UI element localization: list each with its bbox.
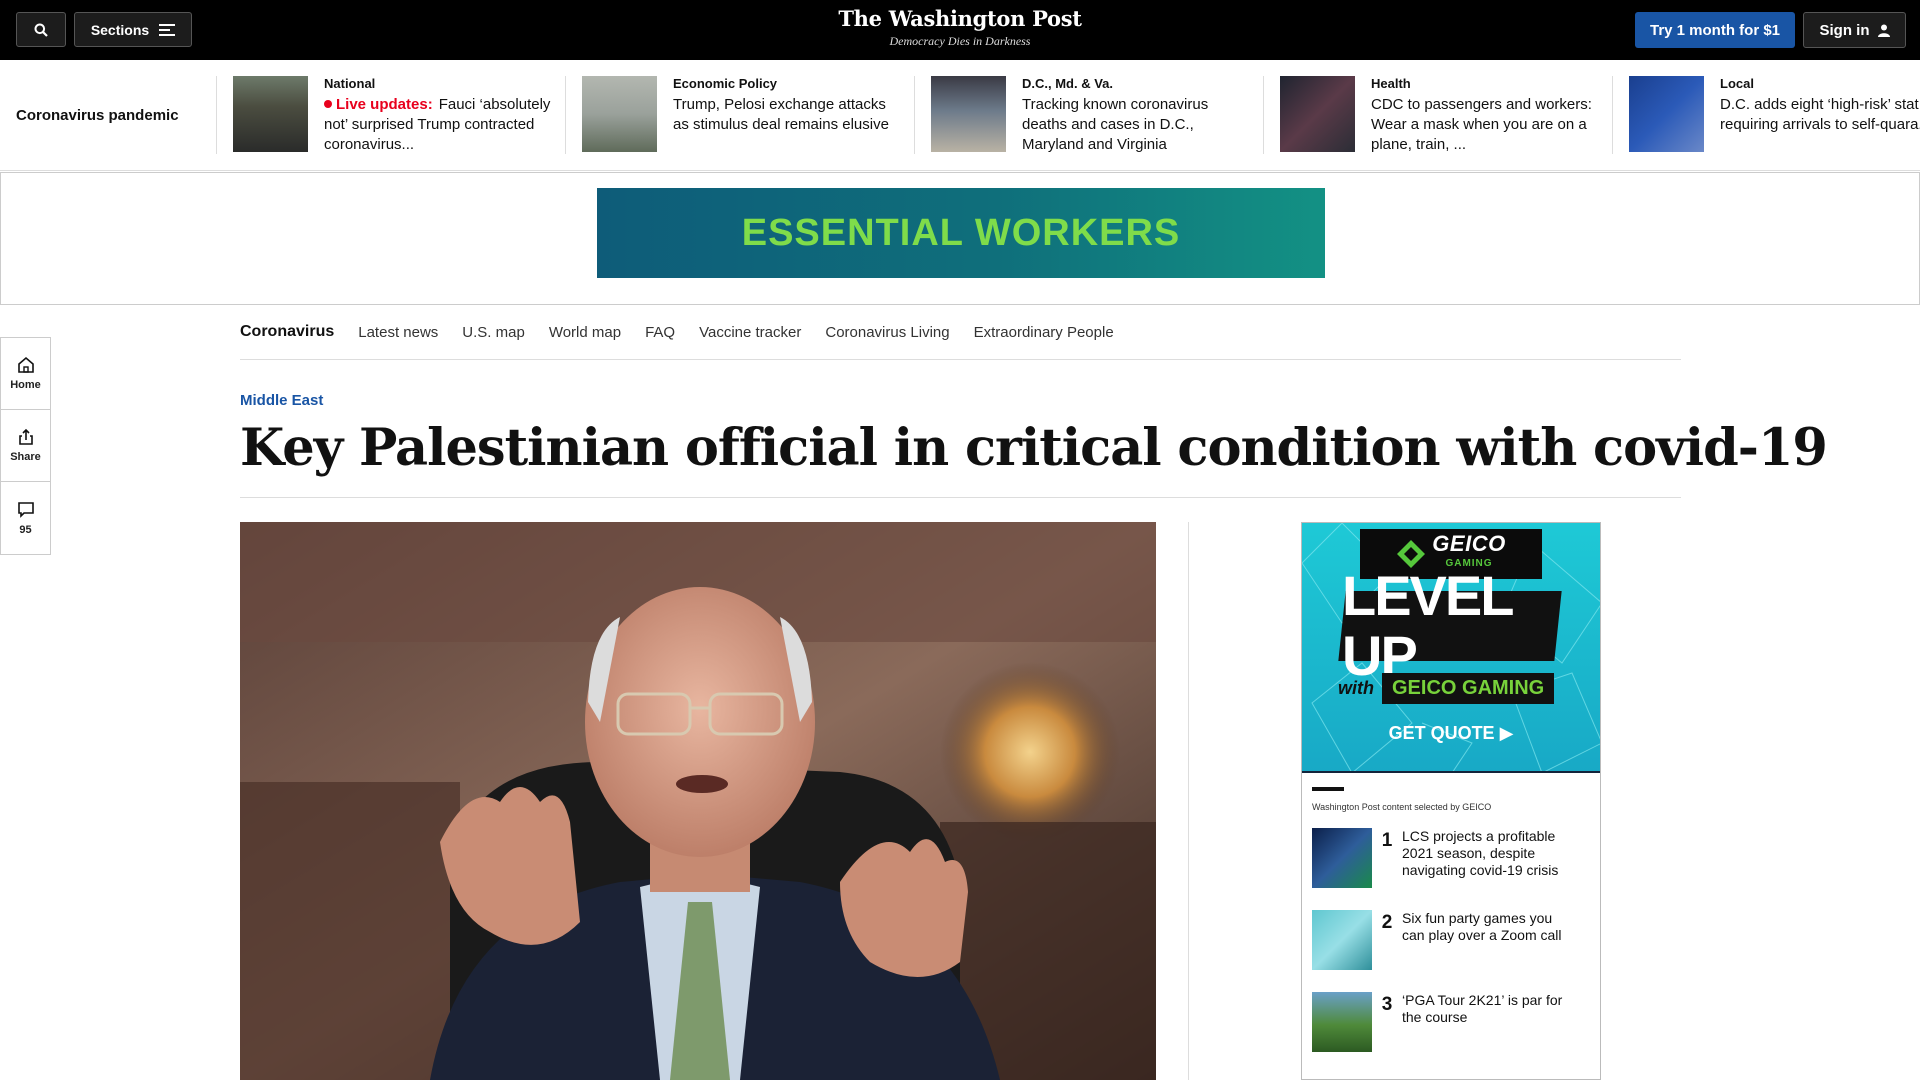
home-button[interactable]: Home [1, 338, 50, 410]
logo-name: The Washington Post [838, 6, 1082, 31]
lead-photo-image [240, 522, 1156, 1080]
sponsored-thumbnail[interactable] [1312, 910, 1372, 970]
section-subnav: Coronavirus Latest news U.S. map World m… [240, 305, 1681, 360]
ribbon-story[interactable]: Economic Policy Trump, Pelosi exchange a… [565, 76, 914, 154]
level-up-block: LEVEL UP [1338, 564, 1562, 687]
hamburger-icon [159, 23, 176, 36]
comments-count: 95 [19, 523, 32, 536]
home-icon [17, 356, 34, 373]
sign-in-label: Sign in [1819, 21, 1870, 39]
subnav-item-coronavirus-living[interactable]: Coronavirus Living [825, 324, 949, 341]
site-logo[interactable]: The Washington Post Democracy Dies in Da… [760, 6, 1160, 49]
story-headline[interactable]: CDC to passengers and workers: Wear a ma… [1371, 95, 1601, 155]
subnav-brand[interactable]: Coronavirus [240, 323, 334, 341]
home-label: Home [10, 379, 41, 391]
subnav-item-world-map[interactable]: World map [549, 324, 621, 341]
ad-banner-text: ESSENTIAL WORKERS [741, 211, 1181, 254]
share-label: Share [10, 451, 41, 463]
subnav-item-faq[interactable]: FAQ [645, 324, 675, 341]
get-quote-button[interactable]: GET QUOTE ▶ [1302, 723, 1600, 744]
story-thumbnail[interactable] [233, 76, 308, 152]
live-dot-icon [324, 100, 332, 108]
search-button[interactable] [16, 12, 66, 47]
sponsored-item[interactable]: 2 Six fun party games you can play over … [1312, 910, 1590, 992]
story-thumbnail[interactable] [931, 76, 1006, 152]
story-headline[interactable]: Live updates: Fauci ‘absolutely not’ surp… [324, 95, 554, 155]
story-kicker[interactable]: National [324, 76, 554, 91]
story-headline[interactable]: Tracking known coronavirus deaths and ca… [1022, 95, 1252, 155]
story-thumbnail[interactable] [582, 76, 657, 152]
story-kicker[interactable]: Local [1720, 76, 1920, 91]
search-icon [34, 23, 48, 37]
share-icon [18, 428, 33, 445]
ribbon-story[interactable]: Health CDC to passengers and workers: We… [1263, 76, 1612, 154]
sponsored-item[interactable]: 3 ‘PGA Tour 2K21’ is par for the course [1312, 992, 1590, 1074]
essential-workers-ad[interactable]: ESSENTIAL WORKERS [597, 188, 1325, 278]
sections-menu-button[interactable]: Sections [74, 12, 192, 47]
subnav-item-us-map[interactable]: U.S. map [462, 324, 525, 341]
with-geico-gaming: with GEICO GAMING [1338, 673, 1555, 704]
sponsored-thumbnail[interactable] [1312, 992, 1372, 1052]
ad-banner-container: ESSENTIAL WORKERS [0, 172, 1920, 305]
sponsored-number: 3 [1381, 994, 1393, 1015]
comments-button[interactable]: 95 [1, 482, 50, 554]
sign-in-button[interactable]: Sign in [1803, 12, 1906, 48]
sections-label: Sections [90, 21, 150, 38]
headline-divider [240, 497, 1681, 498]
article-headline: Key Palestinian official in critical con… [240, 418, 1828, 478]
sponsored-item[interactable]: 1 LCS projects a profitable 2021 season,… [1312, 828, 1590, 910]
ribbon-title[interactable]: Coronavirus pandemic [16, 107, 179, 124]
ribbon-story[interactable]: National Live updates: Fauci ‘absolutely … [216, 76, 565, 154]
subscribe-button[interactable]: Try 1 month for $1 [1635, 12, 1795, 48]
sponsored-note: Washington Post content selected by GEIC… [1312, 802, 1492, 812]
story-headline[interactable]: Trump, Pelosi exchange attacks as stimul… [673, 95, 903, 135]
story-kicker[interactable]: Health [1371, 76, 1601, 91]
sponsored-content-list: Washington Post content selected by GEIC… [1302, 773, 1600, 1074]
logo-tagline: Democracy Dies in Darkness [889, 34, 1031, 48]
sponsored-title[interactable]: ‘PGA Tour 2K21’ is par for the course [1402, 992, 1572, 1026]
live-updates-label: Live updates: [336, 96, 433, 113]
sponsored-title[interactable]: LCS projects a profitable 2021 season, d… [1402, 828, 1572, 879]
geico-brand: GEICO [1432, 531, 1506, 556]
sponsored-number: 2 [1381, 912, 1393, 933]
story-thumbnail[interactable] [1629, 76, 1704, 152]
geico-ad-creative[interactable]: GEICO GAMING LEVEL UP with GEICO GAMING G… [1302, 523, 1600, 773]
ad-accent-bar [1312, 787, 1344, 791]
story-headline[interactable]: D.C. adds eight ‘high-risk’ stat to list… [1720, 95, 1920, 135]
share-button[interactable]: Share [1, 410, 50, 482]
story-kicker[interactable]: D.C., Md. & Va. [1022, 76, 1252, 91]
with-text: with [1338, 678, 1374, 698]
ribbon-story[interactable]: Local D.C. adds eight ‘high-risk’ stat t… [1612, 76, 1920, 154]
subnav-item-vaccine-tracker[interactable]: Vaccine tracker [699, 324, 801, 341]
sponsored-number: 1 [1381, 830, 1393, 851]
top-stories-ribbon: Coronavirus pandemic National Live updat… [0, 60, 1920, 171]
subnav-item-extraordinary-people[interactable]: Extraordinary People [974, 324, 1114, 341]
story-thumbnail[interactable] [1280, 76, 1355, 152]
geico-gaming-text: GEICO GAMING [1382, 673, 1555, 704]
comment-icon [17, 501, 34, 518]
sponsored-title[interactable]: Six fun party games you can play over a … [1402, 910, 1572, 944]
article-kicker[interactable]: Middle East [240, 392, 323, 409]
level-up-text: LEVEL UP [1342, 564, 1512, 687]
share-rail: Home Share 95 [0, 337, 51, 555]
column-divider [1188, 522, 1189, 1080]
article-lead-photo[interactable] [240, 522, 1156, 1080]
top-navigation-bar: Sections The Washington Post Democracy D… [0, 0, 1920, 60]
geico-sidebar-ad[interactable]: GEICO GAMING LEVEL UP with GEICO GAMING G… [1301, 522, 1601, 1080]
story-kicker[interactable]: Economic Policy [673, 76, 903, 91]
sponsored-thumbnail[interactable] [1312, 828, 1372, 888]
user-icon [1877, 24, 1890, 37]
subnav-item-latest-news[interactable]: Latest news [358, 324, 438, 341]
ribbon-story[interactable]: D.C., Md. & Va. Tracking known coronavir… [914, 76, 1263, 154]
